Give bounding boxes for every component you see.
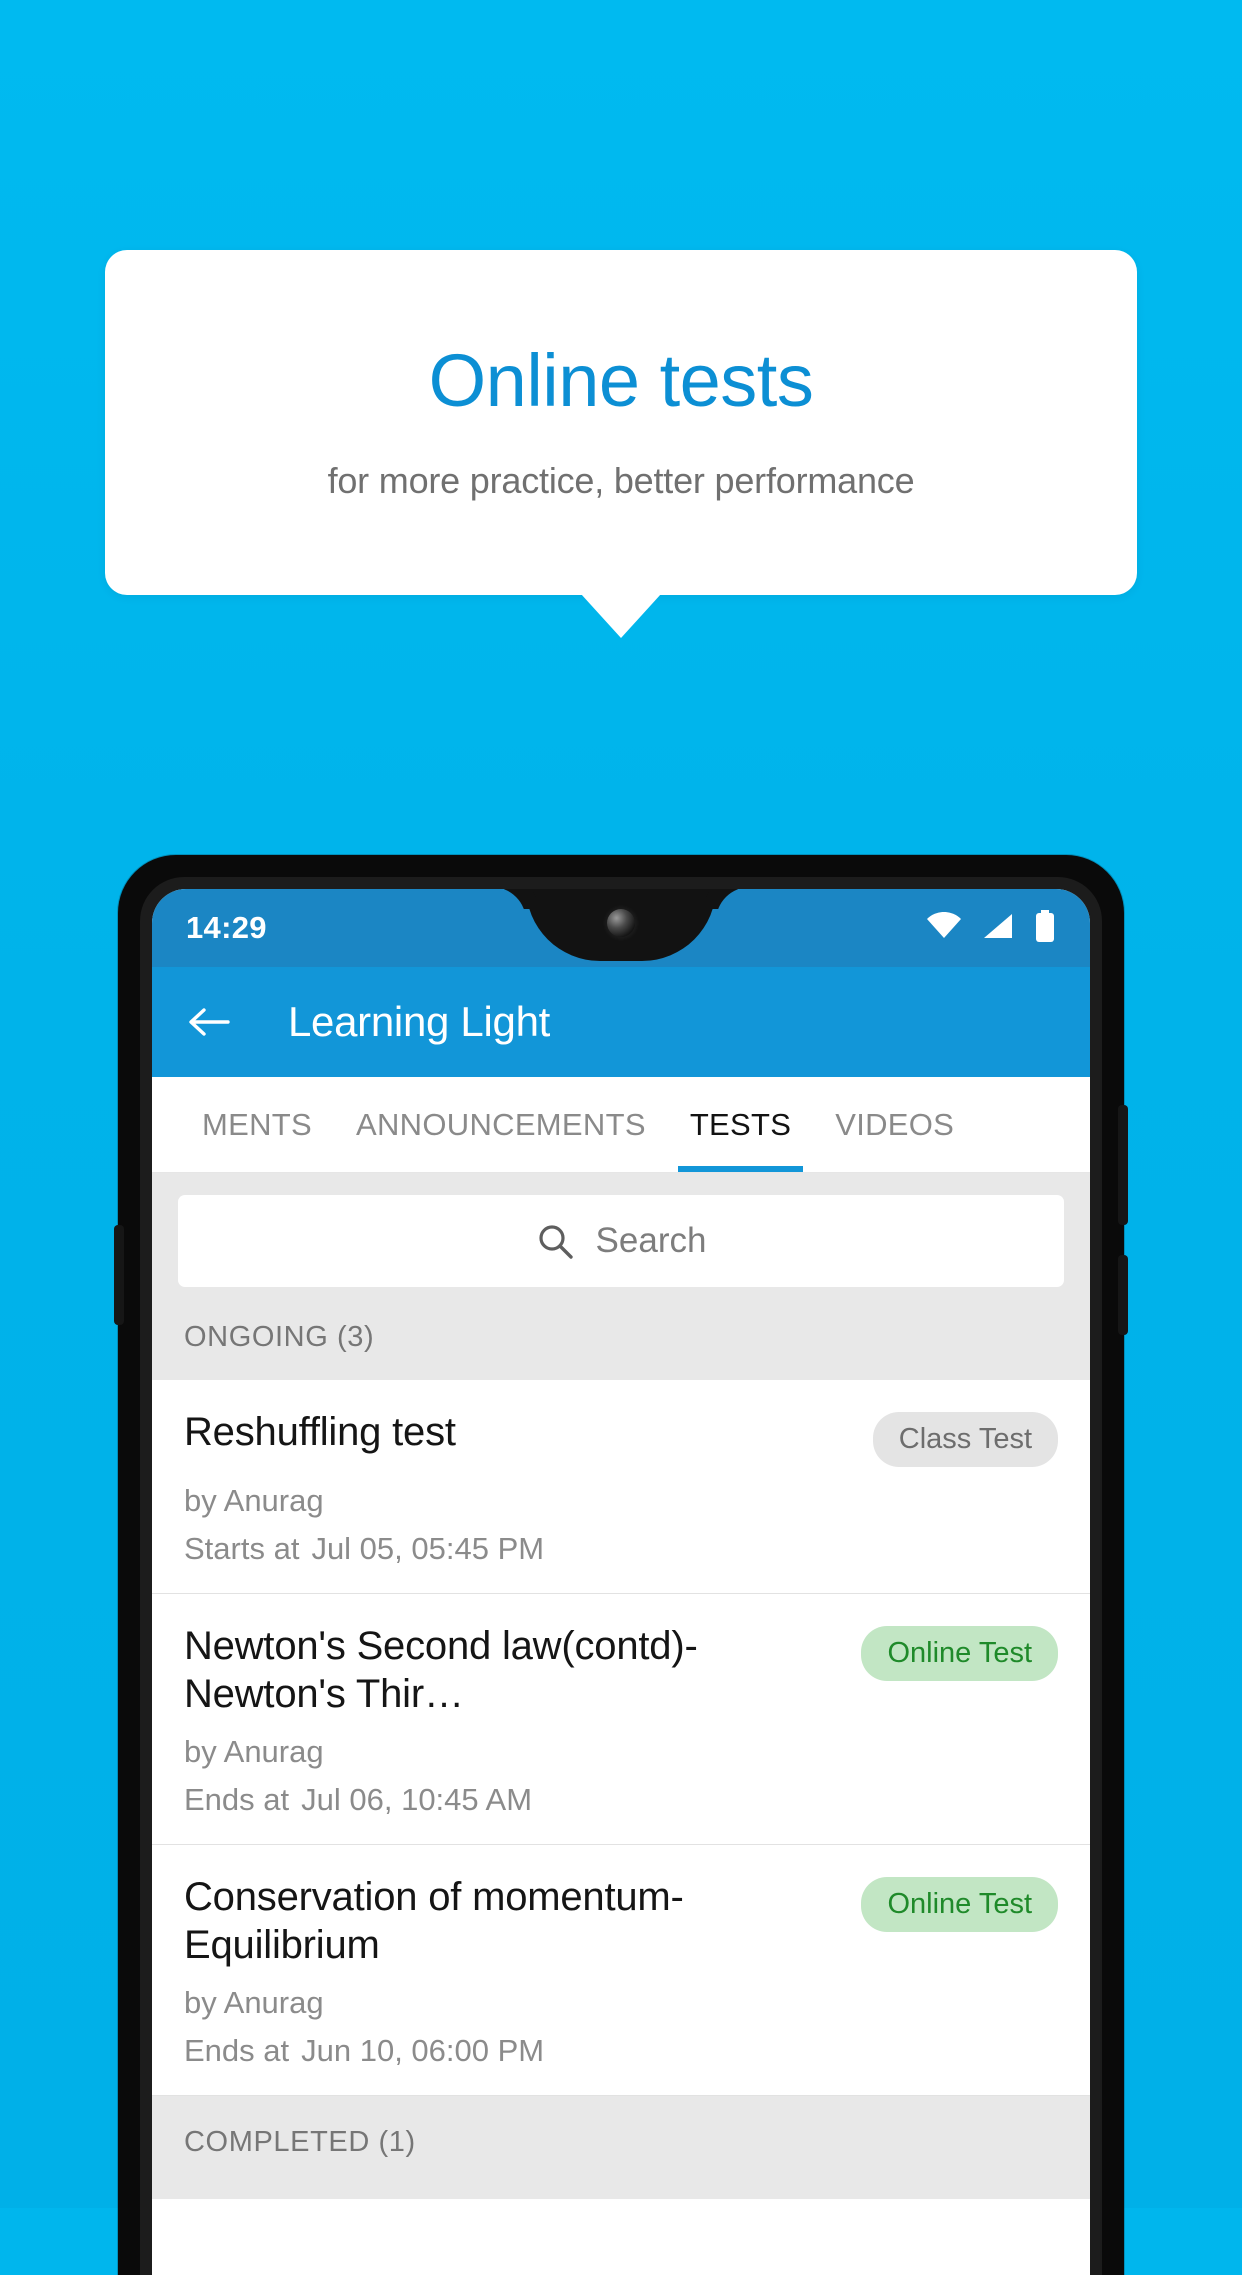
promo-card: Online tests for more practice, better p… — [105, 250, 1137, 595]
list-item-header: Conservation of momentum-Equilibrium Onl… — [184, 1873, 1058, 1969]
test-time: Starts at Jul 05, 05:45 PM — [184, 1531, 1058, 1567]
tab-assignments[interactable]: MENTS — [180, 1077, 334, 1172]
list-item[interactable]: Reshuffling test Class Test by Anurag St… — [152, 1380, 1090, 1594]
test-author: by Anurag — [184, 1734, 324, 1769]
page-title: Learning Light — [288, 998, 551, 1045]
power-button[interactable] — [1118, 1255, 1128, 1335]
app-bar: Learning Light — [152, 967, 1090, 1077]
test-title: Newton's Second law(contd)-Newton's Thir… — [184, 1624, 698, 1716]
tab-videos[interactable]: VIDEOS — [813, 1077, 976, 1172]
promo-card-tail — [581, 594, 661, 638]
test-time: Ends at Jun 10, 06:00 PM — [184, 2033, 1058, 2069]
test-time-value: Jul 05, 05:45 PM — [311, 1531, 545, 1566]
test-time-label: Ends at — [184, 2033, 290, 2068]
status-clock: 14:29 — [186, 910, 267, 945]
promo-title: Online tests — [428, 338, 814, 422]
list-item-header: Reshuffling test Class Test — [184, 1408, 1058, 1467]
test-time-label: Ends at — [184, 1782, 290, 1817]
front-camera — [607, 909, 635, 937]
status-badge: Online Test — [861, 1877, 1058, 1932]
camera-notch — [526, 889, 716, 961]
wifi-icon — [926, 911, 962, 945]
promo-subtitle: for more practice, better performance — [327, 459, 915, 501]
phone-bezel: 14:29 Learning Light MENTS ANNOUNCEMENTS… — [140, 877, 1102, 2275]
test-time-value: Jun 10, 06:00 PM — [301, 2033, 545, 2068]
test-author: by Anurag — [184, 1483, 324, 1518]
assistant-button[interactable] — [114, 1225, 124, 1325]
section-header-ongoing: ONGOING (3) — [152, 1307, 1090, 1380]
list-item-header: Newton's Second law(contd)-Newton's Thir… — [184, 1622, 1058, 1718]
list-item[interactable]: Newton's Second law(contd)-Newton's Thir… — [152, 1594, 1090, 1845]
battery-icon — [1034, 909, 1056, 947]
status-icons — [926, 909, 1056, 947]
test-time-label: Starts at — [184, 1531, 300, 1566]
status-badge: Class Test — [872, 1412, 1058, 1467]
test-title: Reshuffling test — [184, 1410, 456, 1454]
search-container: Search — [152, 1173, 1090, 1307]
tab-announcements[interactable]: ANNOUNCEMENTS — [334, 1077, 668, 1172]
search-icon — [536, 1222, 574, 1260]
section-header-completed: COMPLETED (1) — [152, 2096, 1090, 2199]
tab-tests[interactable]: TESTS — [668, 1077, 813, 1172]
test-time: Ends at Jul 06, 10:45 AM — [184, 1782, 1058, 1818]
back-arrow-icon[interactable] — [186, 999, 232, 1045]
status-bar: 14:29 — [152, 889, 1090, 967]
status-badge: Online Test — [861, 1626, 1058, 1681]
tab-bar: MENTS ANNOUNCEMENTS TESTS VIDEOS — [152, 1077, 1090, 1173]
volume-button[interactable] — [1118, 1105, 1128, 1225]
phone-screen: 14:29 Learning Light MENTS ANNOUNCEMENTS… — [152, 889, 1090, 2275]
search-input[interactable]: Search — [178, 1195, 1064, 1287]
phone-frame: 14:29 Learning Light MENTS ANNOUNCEMENTS… — [114, 855, 1128, 2275]
test-author: by Anurag — [184, 1985, 324, 2020]
test-title: Conservation of momentum-Equilibrium — [184, 1875, 684, 1967]
search-placeholder: Search — [595, 1221, 707, 1260]
signal-icon — [982, 912, 1014, 945]
test-list: Reshuffling test Class Test by Anurag St… — [152, 1380, 1090, 2096]
test-time-value: Jul 06, 10:45 AM — [301, 1782, 533, 1817]
list-item[interactable]: Conservation of momentum-Equilibrium Onl… — [152, 1845, 1090, 2096]
